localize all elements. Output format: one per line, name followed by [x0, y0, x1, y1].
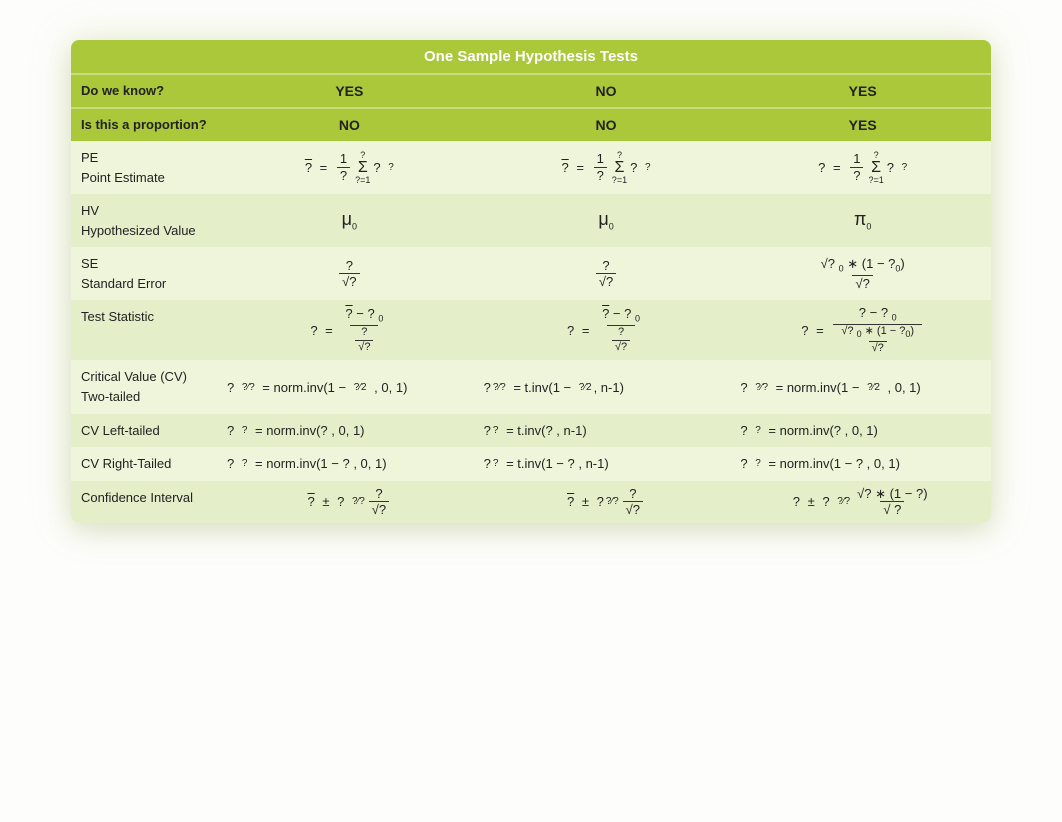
row-confidence-interval: Confidence Interval ? ± ? ?⁄? ?√? ? ± ??… [71, 481, 991, 523]
cell-cvL-2: ?? = t.inv(? , n-1) [478, 414, 735, 448]
header-label-prop: Is this a proportion? [71, 109, 221, 141]
label-ci: Confidence Interval [71, 481, 221, 523]
cell-cv2-1: ? ?⁄? = norm.inv(1 − ?⁄2 , 0, 1) [221, 360, 478, 413]
label-cvR: CV Right-Tailed [71, 447, 221, 481]
cell-hv-3: π0 [734, 194, 991, 247]
hypothesis-tests-table: One Sample Hypothesis Tests Do we know? … [71, 40, 991, 523]
header-prop-col3: YES [734, 109, 991, 141]
cell-cvR-1: ? ? = norm.inv(1 − ? , 0, 1) [221, 447, 478, 481]
cell-hv-1: μ0 [221, 194, 478, 247]
cell-cvR-3: ? ? = norm.inv(1 − ? , 0, 1) [734, 447, 991, 481]
cell-ci-2: ? ± ??⁄? ?√? [478, 481, 735, 523]
cell-cvL-1: ? ? = norm.inv(? , 0, 1) [221, 414, 478, 448]
cell-cv2-3: ? ?⁄? = norm.inv(1 − ?⁄2 , 0, 1) [734, 360, 991, 413]
row-standard-error: SE Standard Error ?√? ?√? √? 0 ∗ (1 − ?0… [71, 247, 991, 300]
header-row-know: Do we know? YES NO YES [71, 73, 991, 107]
row-cv-two-tailed: Critical Value (CV) Two-tailed ? ?⁄? = n… [71, 360, 991, 413]
label-cvL: CV Left-tailed [71, 414, 221, 448]
cell-cvL-3: ? ? = norm.inv(? , 0, 1) [734, 414, 991, 448]
header-know-col2: NO [478, 75, 735, 107]
cell-cv2-2: ??⁄? = t.inv(1 − ?⁄2 , n-1) [478, 360, 735, 413]
header-row-proportion: Is this a proportion? NO NO YES [71, 107, 991, 141]
cell-cvR-2: ?? = t.inv(1 − ? , n-1) [478, 447, 735, 481]
cell-ci-1: ? ± ? ?⁄? ?√? [221, 481, 478, 523]
cell-pe-2: ? = 1? ?Σ?=1 ? ? [478, 141, 735, 194]
label-ts: Test Statistic [71, 300, 221, 360]
label-se: SE Standard Error [71, 247, 221, 300]
row-test-statistic: Test Statistic ? = ? − ? 0 ?√? ? = ? − ?… [71, 300, 991, 360]
cell-hv-2: μ0 [478, 194, 735, 247]
cell-pe-1: ? = 1? ?Σ?=1 ? ? [221, 141, 478, 194]
cell-ts-2: ? = ? − ? 0 ?√? [478, 300, 735, 360]
row-hypothesized-value: HV Hypothesized Value μ0 μ0 π0 [71, 194, 991, 247]
header-know-col1: YES [221, 75, 478, 107]
cell-se-1: ?√? [221, 247, 478, 300]
header-know-col3: YES [734, 75, 991, 107]
table-body: PE Point Estimate ? = 1? ?Σ?=1 ? ? ? = 1… [71, 141, 991, 523]
table-title: One Sample Hypothesis Tests [71, 40, 991, 73]
header-label-know: Do we know? [71, 75, 221, 107]
label-hv: HV Hypothesized Value [71, 194, 221, 247]
cell-ts-3: ? = ? − ? 0 √? 0 ∗ (1 − ?0)√? [734, 300, 991, 360]
header-prop-col2: NO [478, 109, 735, 141]
cell-ts-1: ? = ? − ? 0 ?√? [221, 300, 478, 360]
cell-ci-3: ? ± ? ?⁄? √? ∗ (1 − ?) √ ? [734, 481, 991, 523]
label-cv2: Critical Value (CV) Two-tailed [71, 360, 221, 413]
cell-se-3: √? 0 ∗ (1 − ?0) √? [734, 247, 991, 300]
cell-pe-3: ? = 1? ?Σ?=1 ? ? [734, 141, 991, 194]
cell-se-2: ?√? [478, 247, 735, 300]
row-cv-left: CV Left-tailed ? ? = norm.inv(? , 0, 1) … [71, 414, 991, 448]
row-point-estimate: PE Point Estimate ? = 1? ?Σ?=1 ? ? ? = 1… [71, 141, 991, 194]
header-prop-col1: NO [221, 109, 478, 141]
row-cv-right: CV Right-Tailed ? ? = norm.inv(1 − ? , 0… [71, 447, 991, 481]
label-pe: PE Point Estimate [71, 141, 221, 194]
